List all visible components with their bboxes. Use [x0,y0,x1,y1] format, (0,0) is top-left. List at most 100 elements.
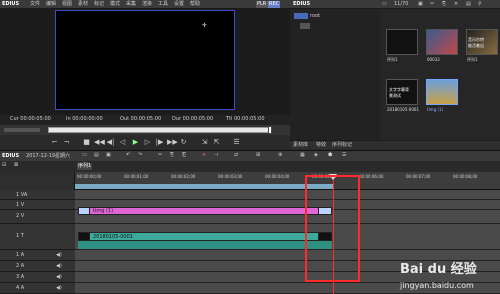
save-icon[interactable]: ▣ [106,153,111,158]
new-seq-icon[interactable]: ▭ [82,153,87,158]
group-icon[interactable]: ▦ [300,153,305,158]
track-tool-2-icon[interactable]: ⊠ [14,163,18,168]
track-id-3a: 3 A [16,274,25,280]
menu-icon[interactable]: ☰ [232,138,241,147]
bin-label-00033: 00033 [427,57,440,62]
bin-tool-3-icon[interactable]: ⎘ [442,2,446,7]
track-tool-icon[interactable]: ⊟ [2,163,6,168]
bin-tool-1-icon[interactable]: ▣ [418,2,423,7]
scrub-left-indicator [4,128,40,132]
prev-frame-icon[interactable]: ◁ [118,138,127,147]
set-out-icon[interactable]: ¬ [62,138,71,147]
menu-marker[interactable]: 标记 [94,2,104,7]
copy-icon[interactable]: ⎘ [170,153,174,158]
tab-asset-library[interactable]: 素材库 [293,143,308,148]
preview-screen[interactable]: ✛ [55,10,235,110]
tab-sequence-markers[interactable]: 序列标记 [332,143,352,148]
track-head-2a[interactable]: 2 A ◀) [0,261,75,272]
menu-tools[interactable]: 工具 [158,2,168,7]
insert-icon[interactable]: ⇲ [200,138,209,147]
undo-icon[interactable]: ↶ [126,153,130,158]
menu-view[interactable]: 视图 [62,2,72,7]
app-logo: EDIUS [2,1,20,7]
track-head-1v[interactable]: 1 V [0,200,75,210]
plr-button[interactable]: PLR [256,1,268,8]
speaker-icon[interactable]: ◀) [56,264,62,269]
bin-thumb-video[interactable]: 文字字幕背 景测试 [386,79,418,105]
menu-capture[interactable]: 采集 [126,2,136,7]
bin-thumb-00033[interactable] [426,29,458,55]
sync-icon[interactable]: ⊞ [256,153,260,158]
timeline-header: EDIUS 2017-12-19星期六 ▭ ▤ ▣ ↶ ↷ ✂ ⎘ ⎗ ✕ ⊣ … [0,150,500,161]
marker-icon[interactable]: ⬟ [328,153,332,158]
menu-mode[interactable]: 模式 [110,2,120,7]
ruler-tick-8: 00:00:08;00 [453,174,478,179]
next-frame-icon[interactable]: ▷ [143,138,152,147]
bin-thumb-title[interactable]: 音乐尔特 能活着出 [466,29,498,55]
menu-settings[interactable]: 设置 [174,2,184,7]
bin-path: 11/70 [394,1,409,7]
snap-icon[interactable]: ⊕ [278,153,282,158]
split-icon[interactable]: ⊣ [214,153,218,158]
clip-video-mixer[interactable] [78,241,332,249]
track-head-4a[interactable]: 4 A ◀) [0,283,75,294]
folder-root-label[interactable]: root [310,14,320,19]
bin-tool-2-icon[interactable]: ✂ [430,2,434,7]
menu-render[interactable]: 渲染 [142,2,152,7]
scrub-handle[interactable] [268,126,272,134]
rec-button[interactable]: REC [268,1,280,8]
redo-icon[interactable]: ↷ [138,153,142,158]
track-head-1t[interactable]: 1 T [0,224,75,250]
loop-icon[interactable]: ↻ [179,138,188,147]
bin-thumb-timg[interactable] [426,79,458,105]
delete-icon[interactable]: ✕ [202,153,206,158]
bin-tabs: 素材库 特效 序列标记 [290,140,500,149]
ripple-icon[interactable]: ⇄ [234,153,238,158]
step-forward-icon[interactable]: |▶ [155,138,164,147]
render-icon[interactable]: ◈ [314,153,318,158]
in-out-range[interactable] [75,184,333,189]
menu-help[interactable]: 帮助 [190,2,200,7]
bin-search-icon[interactable]: ⚲ [478,2,482,7]
timeline-ruler[interactable]: 00:00:00;00 00:00:01;00 00:00:02;00 00:0… [75,172,500,190]
clip-video[interactable]: 20180105-0001 [78,232,332,241]
bin-thumb-seq1[interactable] [386,29,418,55]
track-head-1a[interactable]: 1 A ◀) [0,250,75,261]
bin-tool-4-icon[interactable]: ✕ [454,2,458,7]
open-icon[interactable]: ▤ [94,153,99,158]
ruler-tick-2: 00:00:02;00 [171,174,196,179]
paste-icon[interactable]: ⎗ [182,153,186,158]
overwrite-icon[interactable]: ⇱ [212,138,221,147]
clip-timg[interactable]: timg (1) [78,207,332,215]
rewind-icon[interactable]: ◀◀ [94,138,105,147]
clip-video-label: 20180105-0001 [93,234,133,240]
menu-file[interactable]: 文件 [30,2,40,7]
folder-root-icon[interactable] [294,13,308,19]
track-id-2v: 2 V [16,213,25,219]
play-icon[interactable]: ▶ [131,138,140,147]
menu-clip[interactable]: 素材 [78,2,88,7]
menu-edit[interactable]: 编辑 [46,2,56,7]
tab-sequence1[interactable]: 序列1 [77,163,93,170]
mixer-icon[interactable]: ☰ [342,153,346,158]
lane-va[interactable] [75,190,500,200]
subfolder-icon[interactable] [300,23,310,29]
step-back-icon[interactable]: ◀| [106,138,115,147]
tab-effects[interactable]: 特效 [316,143,326,148]
ruler-tick-0: 00:00:00;00 [77,174,102,179]
cut-icon[interactable]: ✂ [158,153,162,158]
track-head-3a[interactable]: 3 A ◀) [0,272,75,283]
track-head-2v[interactable]: 2 V [0,210,75,224]
set-in-icon[interactable]: ⌐ [50,138,59,147]
thumb-text-1: 音乐尔特 [468,37,484,42]
fast-forward-icon[interactable]: ▶▶ [167,138,178,147]
folder-icon[interactable]: ▭ [382,2,387,7]
scrub-slider[interactable] [48,127,270,133]
bin-view-icon[interactable]: ▤ [466,2,471,7]
speaker-icon[interactable]: ◀) [56,275,62,280]
speaker-icon[interactable]: ◀) [56,253,62,258]
timeline-tabs: ⊟ ⊠ 序列1 [0,161,500,171]
speaker-icon[interactable]: ◀) [56,286,62,291]
track-head-va[interactable]: 1 VA [0,190,75,200]
stop-icon[interactable]: ■ [82,138,91,147]
